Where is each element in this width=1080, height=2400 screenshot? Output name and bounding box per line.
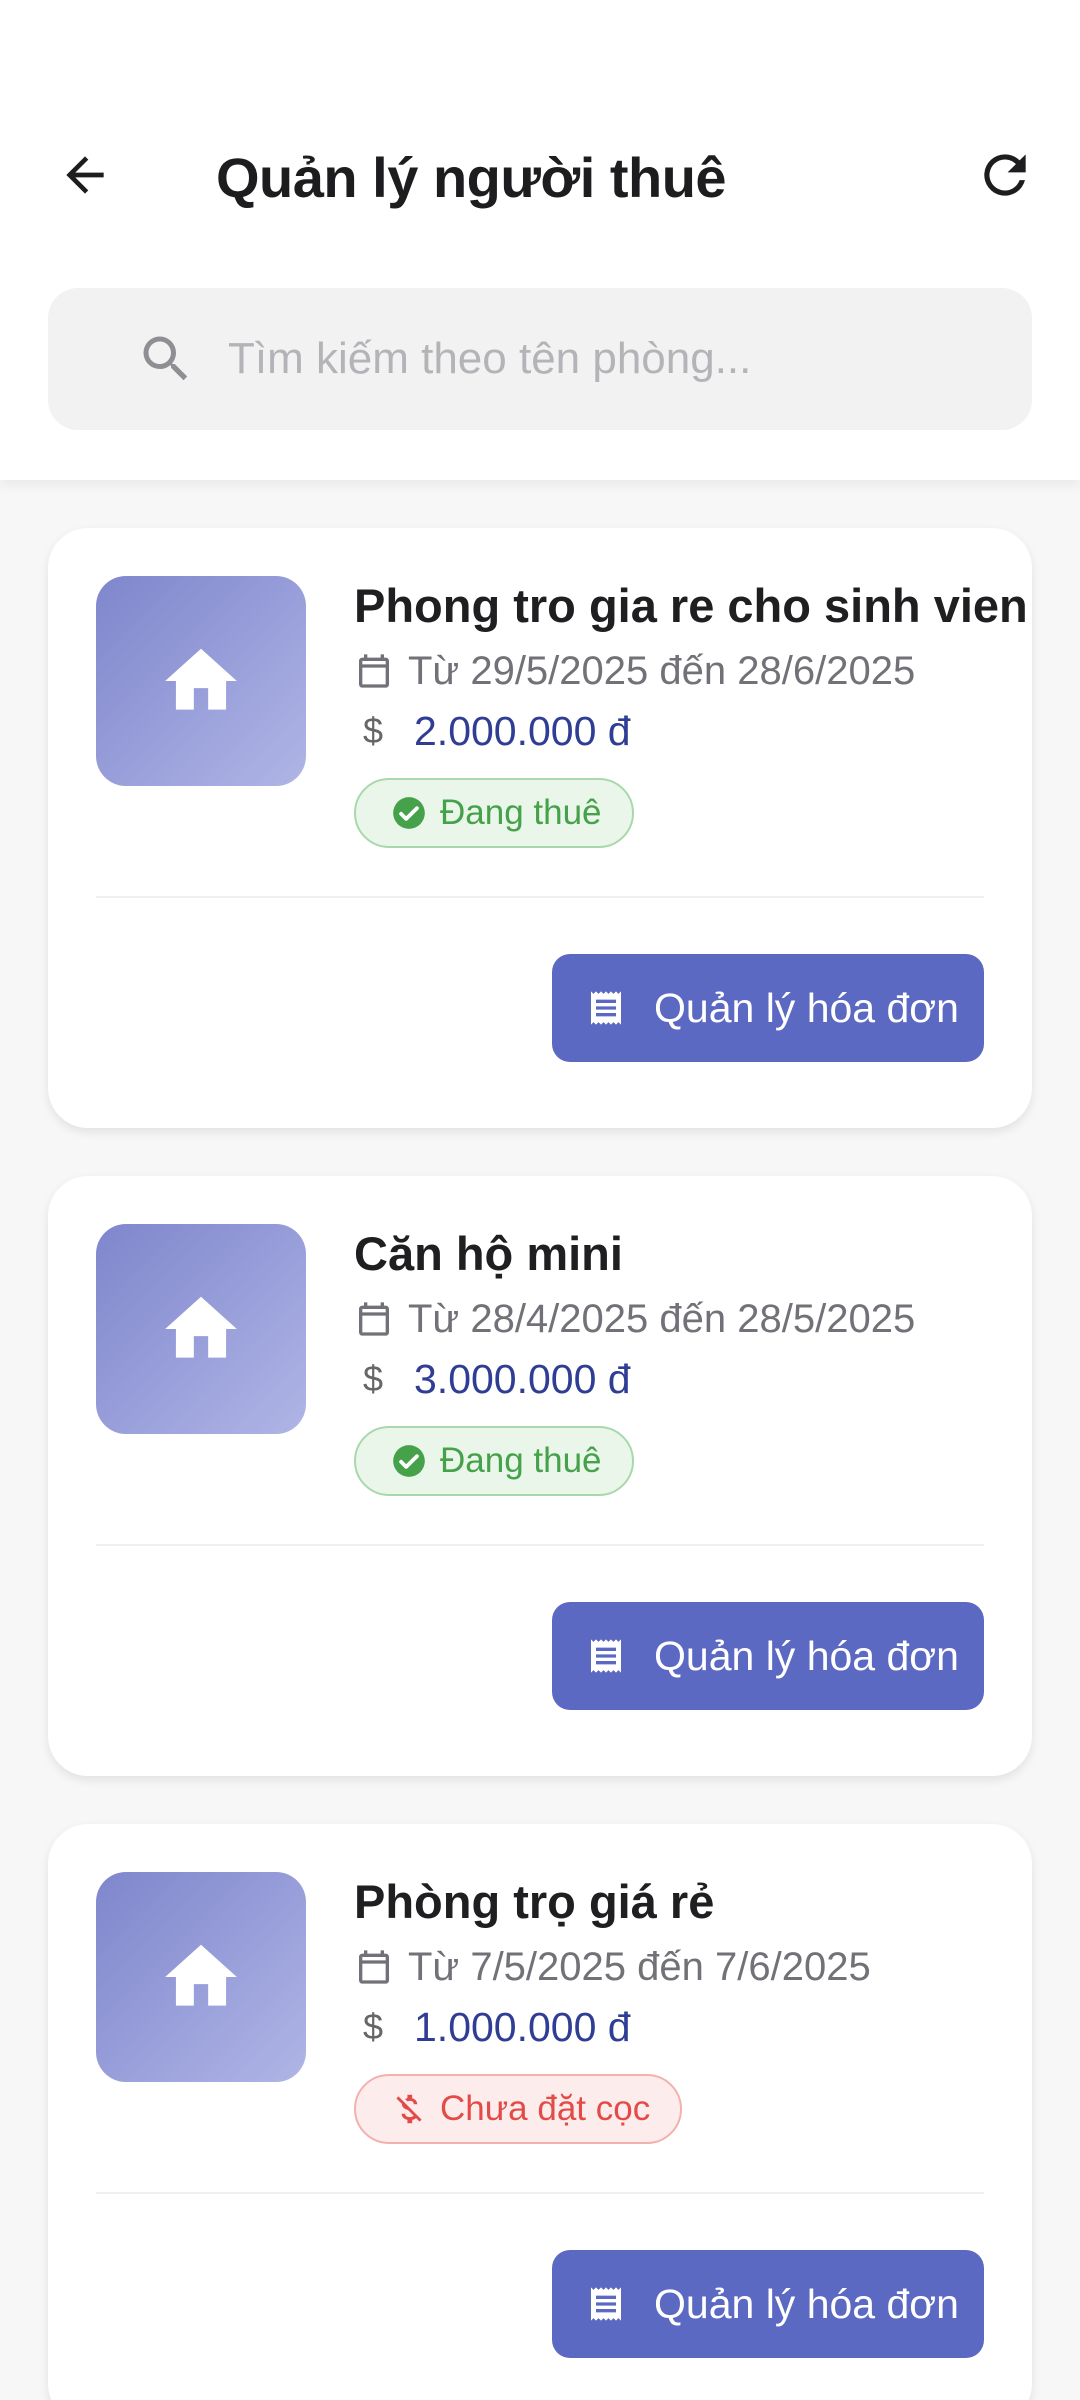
manage-invoices-button[interactable]: Quản lý hóa đơn <box>552 1602 984 1710</box>
tenancy-card[interactable]: Căn hộ mini Từ 28/4/2025 đến 28/5/2025 $… <box>48 1176 1032 1776</box>
card-divider <box>96 896 984 898</box>
calendar-icon <box>359 1302 389 1336</box>
status-label: Chưa đặt cọc <box>440 2089 651 2128</box>
money-off-icon <box>396 2094 422 2124</box>
price: 1.000.000 đ <box>414 2003 631 2050</box>
dollar-icon: $ <box>362 2006 384 2047</box>
price: 3.000.000 đ <box>414 1355 631 1402</box>
room-name: Phòng trọ giá rẻ <box>354 1875 715 1928</box>
room-thumbnail <box>96 576 306 786</box>
date-range-row: Từ 28/4/2025 đến 28/5/2025 <box>354 1294 915 1344</box>
status-badge: Đang thuê <box>354 778 634 848</box>
room-name: Căn hộ mini <box>354 1227 623 1280</box>
card-divider <box>96 2192 984 2194</box>
home-icon <box>165 1944 237 2006</box>
date-range-row: Từ 7/5/2025 đến 7/6/2025 <box>354 1942 871 1992</box>
search-input[interactable] <box>228 334 988 384</box>
status-label: Đang thuê <box>440 1441 602 1480</box>
room-name: Phong tro gia re cho sinh vien <box>354 579 1028 632</box>
check-circle-icon <box>393 1445 425 1477</box>
dollar-icon: $ <box>362 710 384 751</box>
tenancy-card[interactable]: Phong tro gia re cho sinh vien Từ 29/5/2… <box>48 528 1032 1128</box>
dollar-icon: $ <box>362 1358 384 1399</box>
tenancy-card[interactable]: Phòng trọ giá rẻ Từ 7/5/2025 đến 7/6/202… <box>48 1824 1032 2400</box>
status-badge: Chưa đặt cọc <box>354 2074 683 2144</box>
room-thumbnail <box>96 1872 306 2082</box>
search-bar[interactable] <box>48 288 1032 430</box>
app-header: Quản lý người thuê <box>0 0 1080 480</box>
calendar-icon <box>359 654 389 688</box>
date-range: Từ 28/4/2025 đến 28/5/2025 <box>408 1296 916 1341</box>
arrow-back-icon <box>66 156 104 194</box>
back-button[interactable] <box>40 130 130 220</box>
status-label: Đang thuê <box>440 793 602 832</box>
price-row: $ 2.000.000 đ <box>354 706 631 756</box>
manage-invoices-button[interactable]: Quản lý hóa đơn <box>552 2250 984 2358</box>
receipt-icon <box>591 2287 621 2321</box>
price: 2.000.000 đ <box>414 707 631 754</box>
check-circle-icon <box>393 797 425 829</box>
date-range: Từ 29/5/2025 đến 28/6/2025 <box>408 648 916 693</box>
manage-invoices-label: Quản lý hóa đơn <box>654 984 959 1031</box>
home-icon <box>165 1296 237 1358</box>
price-row: $ 1.000.000 đ <box>354 2002 631 2052</box>
refresh-button[interactable] <box>960 130 1050 220</box>
date-range: Từ 7/5/2025 đến 7/6/2025 <box>408 1944 871 1989</box>
search-icon <box>143 336 188 381</box>
page-title: Quản lý người thuê <box>216 146 727 209</box>
price-row: $ 3.000.000 đ <box>354 1354 631 1404</box>
refresh-icon <box>984 154 1026 196</box>
manage-invoices-label: Quản lý hóa đơn <box>654 2280 959 2327</box>
calendar-icon <box>359 1950 389 1984</box>
room-thumbnail <box>96 1224 306 1434</box>
home-icon <box>165 648 237 710</box>
receipt-icon <box>591 1639 621 1673</box>
tenant-management-screen: Quản lý người thuê Phong tro gia re cho … <box>0 0 1080 2400</box>
date-range-row: Từ 29/5/2025 đến 28/6/2025 <box>354 646 915 696</box>
manage-invoices-label: Quản lý hóa đơn <box>654 1632 959 1679</box>
status-badge: Đang thuê <box>354 1426 634 1496</box>
receipt-icon <box>591 991 621 1025</box>
card-divider <box>96 1544 984 1546</box>
manage-invoices-button[interactable]: Quản lý hóa đơn <box>552 954 984 1062</box>
